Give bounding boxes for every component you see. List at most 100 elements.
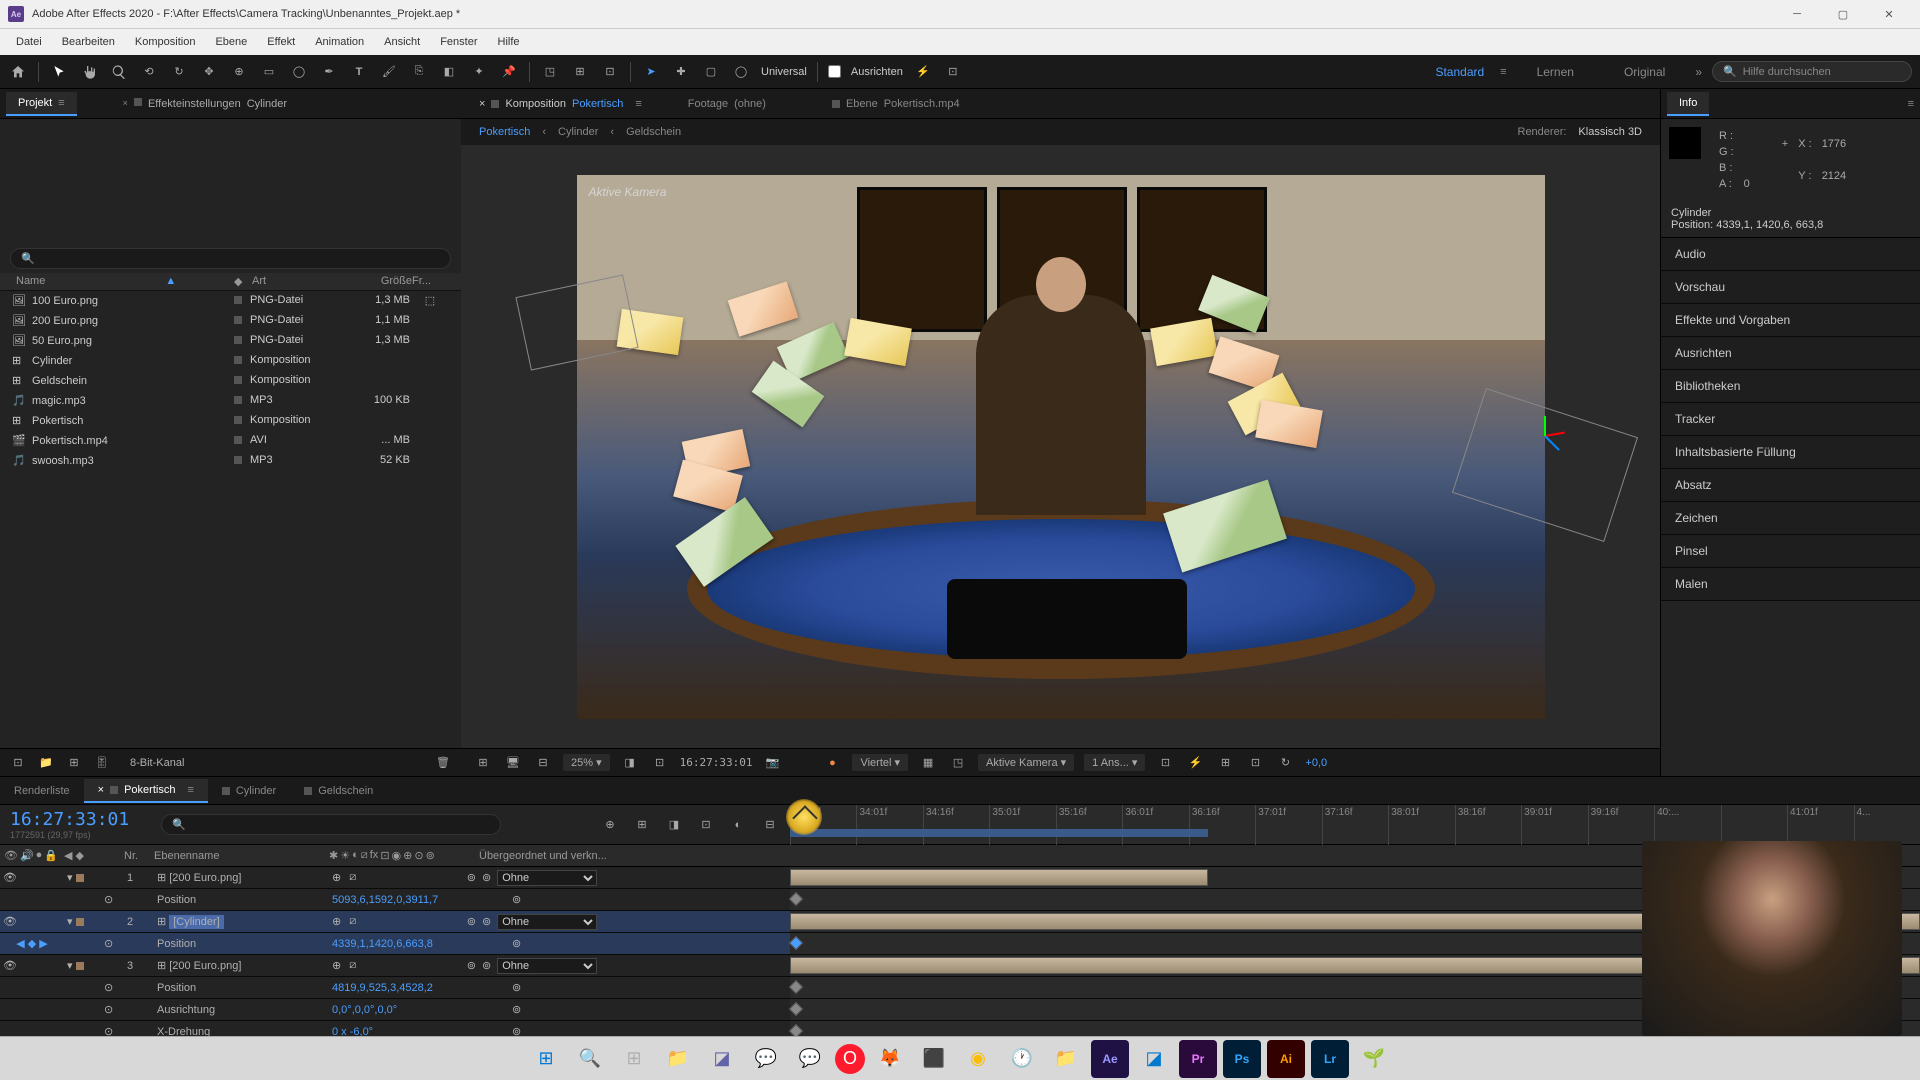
project-menu-icon[interactable]: ≡ — [58, 97, 64, 109]
layer-row[interactable]: 👁 ▾ 3 ⊞[200 Euro.png] ⊕⧄⊚ ⊚Ohne — [0, 955, 1920, 977]
tab-effect-controls[interactable]: × Effekteinstellungen Cylinder — [107, 93, 299, 115]
ruler-tick[interactable]: 39:16f — [1588, 805, 1654, 845]
expr-pickwhip-icon[interactable]: ⊚ — [512, 893, 521, 906]
keyframe[interactable] — [789, 1002, 803, 1016]
reset-exp-icon[interactable]: ↻ — [1275, 753, 1295, 773]
tab-project[interactable]: Projekt≡ — [6, 92, 77, 116]
pickwhip-icon[interactable]: ⊚ — [482, 915, 491, 928]
eye-toggle[interactable]: 👁 — [3, 959, 17, 972]
label-tag[interactable] — [234, 436, 242, 444]
orbit-tool-icon[interactable]: ⟲ — [139, 62, 159, 82]
tl-opt6-icon[interactable]: ⊟ — [760, 815, 780, 835]
zoom-tool-icon[interactable] — [109, 62, 129, 82]
label-tag[interactable] — [234, 316, 242, 324]
panel-pinsel[interactable]: Pinsel — [1661, 535, 1920, 568]
col-nr[interactable]: Nr. — [124, 850, 154, 862]
workspace-more-icon[interactable]: » — [1695, 65, 1702, 79]
tab-layer[interactable]: Ebene Pokertisch.mp4 — [822, 94, 970, 114]
rect-tool-icon[interactable]: ▭ — [259, 62, 279, 82]
taskbar-widgets[interactable]: ◪ — [703, 1040, 741, 1078]
panel-ausrichten[interactable]: Ausrichten — [1661, 337, 1920, 370]
label-tag[interactable] — [234, 456, 242, 464]
prop-name[interactable]: Position — [154, 938, 329, 950]
bit-depth[interactable]: 8-Bit-Kanal — [130, 757, 184, 769]
tab-geldschein[interactable]: Geldschein — [290, 780, 387, 802]
channel-icon[interactable]: ● — [822, 753, 842, 773]
menu-ebene[interactable]: Ebene — [205, 32, 257, 52]
snap-opt2-icon[interactable]: ⊡ — [943, 62, 963, 82]
expr-pickwhip-icon[interactable]: ⊚ — [512, 981, 521, 994]
project-item[interactable]: ⊞CylinderKomposition — [0, 351, 461, 371]
adjust-icon[interactable]: 🎚 — [92, 753, 112, 773]
parent-select[interactable]: Ohne — [497, 870, 597, 886]
3d-switch[interactable]: ⊚ — [467, 959, 476, 972]
label-color[interactable] — [76, 962, 84, 970]
taskbar-teams[interactable]: 💬 — [747, 1040, 785, 1078]
property-row[interactable]: ◀◆▶ ⊙ Position 4339,1,1420,6,663,8 ⊚ — [0, 933, 1920, 955]
home-icon[interactable] — [8, 62, 28, 82]
prop-value[interactable]: 4339,1,1420,6,663,8 — [329, 938, 509, 950]
prop-name[interactable]: Position — [154, 894, 329, 906]
layer-name[interactable]: [200 Euro.png] — [169, 960, 241, 972]
help-search[interactable]: 🔍 Hilfe durchsuchen — [1712, 61, 1912, 82]
prop-name[interactable]: Position — [154, 982, 329, 994]
anchor-tool-icon[interactable]: ⊕ — [229, 62, 249, 82]
close-button[interactable]: ✕ — [1866, 0, 1912, 29]
label-color[interactable] — [76, 874, 84, 882]
zoom-select[interactable]: 25% ▾ — [563, 754, 610, 771]
brush-tool-icon[interactable]: 🖌 — [379, 62, 399, 82]
expr-pickwhip-icon[interactable]: ⊚ — [512, 937, 521, 950]
taskbar-app2[interactable]: ◉ — [959, 1040, 997, 1078]
univ-box-icon[interactable]: ▢ — [701, 62, 721, 82]
pickwhip-icon[interactable]: ⊚ — [482, 871, 491, 884]
workspace-standard[interactable]: Standard — [1435, 65, 1484, 79]
col-name[interactable]: Name▲ — [4, 275, 234, 288]
ellipse-tool-icon[interactable]: ◯ — [289, 62, 309, 82]
timeline-ruler[interactable]: 33:16f34:01f34:16f35:01f35:16f36:01f36:1… — [790, 805, 1920, 844]
solo-col-icon[interactable]: ● — [36, 849, 43, 862]
maximize-button[interactable]: ▢ — [1820, 0, 1866, 29]
tab-cylinder[interactable]: Cylinder — [208, 780, 290, 802]
tab-info[interactable]: Info — [1667, 92, 1709, 116]
kf-nav-icon[interactable]: ◀ — [64, 849, 72, 862]
3d-view-icon[interactable]: ◳ — [948, 753, 968, 773]
ruler-tick[interactable]: 35:16f — [1056, 805, 1122, 845]
layer-row[interactable]: 👁 ▾ 2 ⊞[Cylinder] ⊕⧄⊚ ⊚Ohne — [0, 911, 1920, 933]
camera-select[interactable]: Aktive Kamera ▾ — [978, 754, 1074, 771]
project-item[interactable]: 🎵magic.mp3MP3100 KB — [0, 391, 461, 411]
ruler-tick[interactable]: 41:01f — [1787, 805, 1853, 845]
project-item[interactable]: 🖼50 Euro.pngPNG-Datei1,3 MB — [0, 331, 461, 351]
fast-preview-icon[interactable]: ⚡ — [1185, 753, 1205, 773]
ruler-tick[interactable]: 37:16f — [1322, 805, 1388, 845]
col-type[interactable]: Art — [252, 275, 342, 288]
close-tab-icon[interactable]: × — [98, 784, 104, 796]
crumb-geldschein[interactable]: Geldschein — [626, 126, 681, 138]
taskbar-search[interactable]: 🔍 — [571, 1040, 609, 1078]
panel-inhaltsbasierte-füllung[interactable]: Inhaltsbasierte Füllung — [1661, 436, 1920, 469]
3d-gizmo-icon[interactable] — [1525, 415, 1565, 455]
trash-icon[interactable]: 🗑 — [433, 753, 453, 773]
label-color[interactable] — [76, 918, 84, 926]
folder-icon[interactable]: 📁 — [36, 753, 56, 773]
panel-tracker[interactable]: Tracker — [1661, 403, 1920, 436]
taskbar-whatsapp[interactable]: 💬 — [791, 1040, 829, 1078]
taskbar-code[interactable]: ◪ — [1135, 1040, 1173, 1078]
parent-select[interactable]: Ohne — [497, 914, 597, 930]
rotate-tool-icon[interactable]: ↻ — [169, 62, 189, 82]
new-comp-icon[interactable]: ⊞ — [64, 753, 84, 773]
property-row[interactable]: ⊙ Position 5093,6,1592,0,3911,7 ⊚ — [0, 889, 1920, 911]
tl-opt3-icon[interactable]: ◨ — [664, 815, 684, 835]
snapshot-icon[interactable]: 📷 — [762, 753, 782, 773]
project-item[interactable]: 🎵swoosh.mp3MP352 KB — [0, 451, 461, 471]
panel-absatz[interactable]: Absatz — [1661, 469, 1920, 502]
resolution-select[interactable]: Viertel ▾ — [852, 754, 908, 771]
ruler-tick[interactable]: 36:16f — [1189, 805, 1255, 845]
label-tag[interactable] — [234, 336, 242, 344]
minimize-button[interactable]: ─ — [1774, 0, 1820, 29]
crumb-pokertisch[interactable]: Pokertisch — [479, 126, 530, 138]
timeline-icon[interactable]: ⊞ — [1215, 753, 1235, 773]
collapse-switch[interactable]: ⧄ — [349, 915, 356, 928]
3d-switch[interactable]: ⊚ — [467, 915, 476, 928]
project-search[interactable]: 🔍 — [10, 248, 451, 269]
crumb-cylinder[interactable]: Cylinder — [558, 126, 598, 138]
